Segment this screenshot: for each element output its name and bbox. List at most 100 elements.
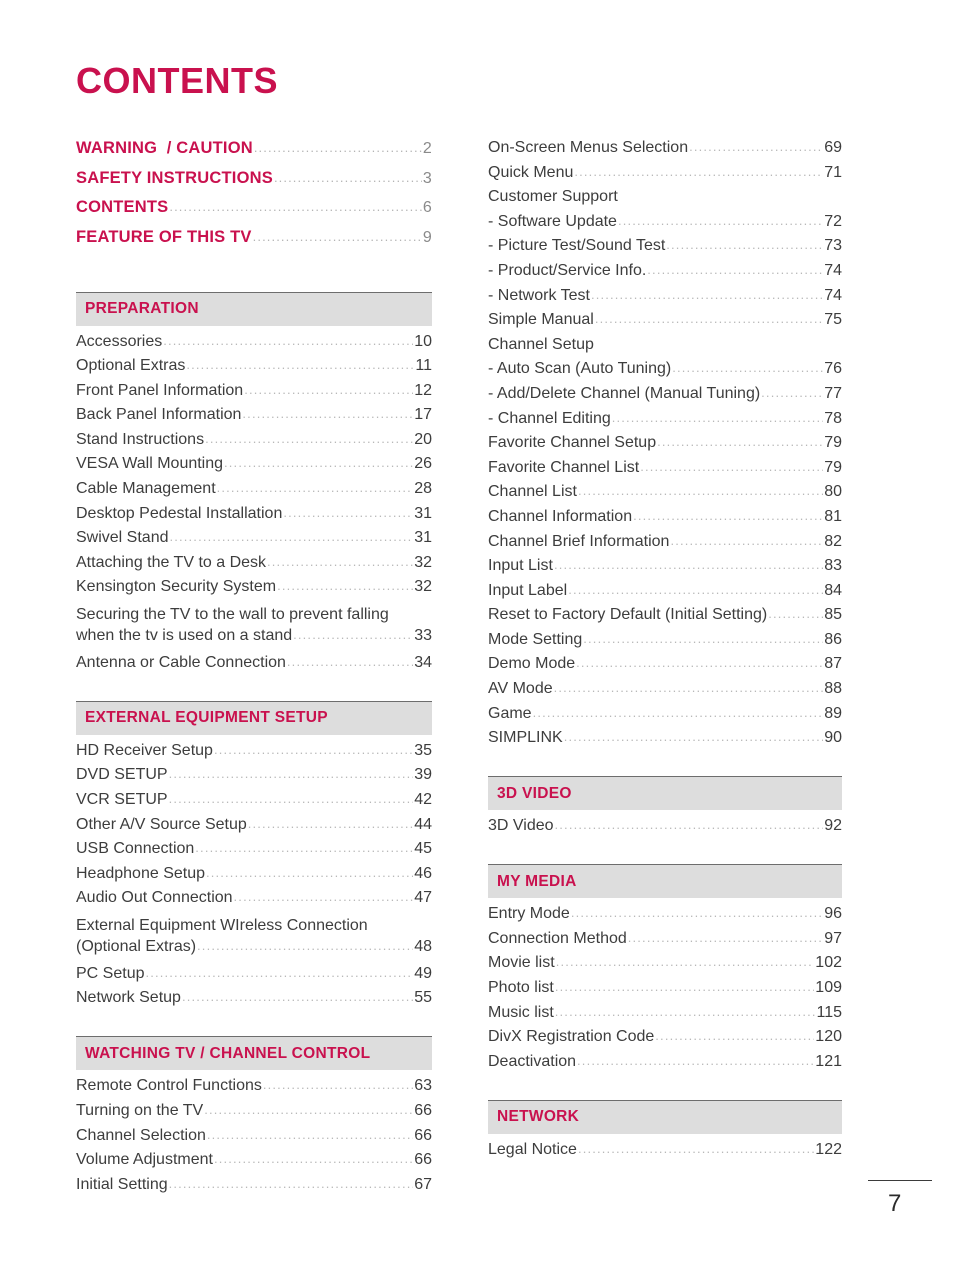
contents-page: CONTENTS WARNING / CAUTION..............… <box>0 0 954 1272</box>
toc-entry[interactable]: Swivel Stand............................… <box>76 530 432 546</box>
toc-entry[interactable]: USB Connection..........................… <box>76 841 432 857</box>
toc-entry[interactable]: Input Label.............................… <box>488 581 842 599</box>
toc-entry[interactable]: Simple Manual...........................… <box>488 312 842 328</box>
toc-entry[interactable]: Other A/V Source Setup..................… <box>76 816 432 833</box>
toc-entry[interactable]: Cable Management........................… <box>76 481 432 497</box>
entry-label: Channel Brief Information <box>488 532 670 550</box>
entry-label: Antenna or Cable Connection <box>76 653 286 671</box>
footer-page-number: 7 <box>888 1190 902 1217</box>
toc-entry[interactable]: - Software Update.......................… <box>488 213 842 230</box>
toc-entry[interactable]: Legal Notice............................… <box>488 1141 842 1158</box>
toc-entry[interactable]: - Auto Scan (Auto Tuning)...............… <box>488 361 842 377</box>
toc-entry[interactable]: Quick Menu..............................… <box>488 164 842 181</box>
toc-entry[interactable]: Attaching the TV to a Desk..............… <box>76 554 432 571</box>
toc-entry[interactable]: Mode Setting............................… <box>488 631 842 648</box>
toc-entry[interactable]: On-Screen Menus Selection...............… <box>488 140 842 156</box>
entry-page-number: 80 <box>824 483 842 501</box>
toc-entry[interactable]: Antenna or Cable Connection.............… <box>76 653 432 671</box>
entry-label: WARNING / CAUTION <box>76 139 253 157</box>
entry-page-number: 109 <box>815 979 842 997</box>
entry-page-number: 90 <box>824 729 842 747</box>
toc-entry[interactable]: - Add/Delete Channel (Manual Tuning)....… <box>488 385 842 402</box>
toc-entry[interactable]: Front Panel Information.................… <box>76 381 432 399</box>
page-title: CONTENTS <box>76 60 278 101</box>
toc-entry[interactable]: Channel List............................… <box>488 484 842 500</box>
toc-entry[interactable]: Music list..............................… <box>488 1004 842 1021</box>
toc-entry[interactable]: Deactivation............................… <box>488 1053 842 1070</box>
entry-label: Front Panel Information <box>76 381 244 399</box>
entry-label: CONTENTS <box>76 198 169 216</box>
toc-entry[interactable]: VCR SETUP...............................… <box>76 792 432 808</box>
toc-entry[interactable]: Stand Instructions......................… <box>76 431 432 448</box>
toc-entry[interactable]: DivX Registration Code..................… <box>488 1029 842 1045</box>
toc-entry[interactable]: Reset to Factory Default (Initial Settin… <box>488 607 842 623</box>
front-matter-entry[interactable]: FEATURE OF THIS TV......................… <box>76 228 432 246</box>
leader-dots: ........................................… <box>181 990 413 1004</box>
entry-label: DVD SETUP <box>76 766 168 784</box>
toc-entry[interactable]: PC Setup................................… <box>76 964 432 982</box>
entry-page-number: 49 <box>414 964 432 982</box>
entry-page-number: 84 <box>824 581 842 599</box>
toc-entry[interactable]: Channel Selection.......................… <box>76 1127 432 1144</box>
toc-entry[interactable]: Turning on the TV.......................… <box>76 1103 432 1119</box>
toc-entry[interactable]: AV Mode.................................… <box>488 681 842 697</box>
toc-entry[interactable]: Photo list..............................… <box>488 980 842 996</box>
toc-entry[interactable]: Headphone Setup.........................… <box>76 865 432 882</box>
toc-entry[interactable]: Entry Mode..............................… <box>488 906 842 922</box>
leader-dots: ........................................… <box>168 1176 414 1190</box>
toc-entry[interactable]: Favorite Channel Setup..................… <box>488 435 842 451</box>
front-matter-entry[interactable]: CONTENTS................................… <box>76 199 432 216</box>
section-entry-list: Entry Mode..............................… <box>488 906 842 1070</box>
toc-entry[interactable]: Kensington Security System..............… <box>76 579 432 595</box>
toc-entry[interactable]: Input List..............................… <box>488 558 842 574</box>
toc-entry[interactable]: Desktop Pedestal Installation...........… <box>76 505 432 522</box>
entry-label: Kensington Security System <box>76 578 277 596</box>
toc-entry[interactable]: Connection Method.......................… <box>488 929 842 947</box>
entry-label: Movie list <box>488 954 555 972</box>
toc-entry[interactable]: Network Setup...........................… <box>76 990 432 1006</box>
entry-label: Channel Setup <box>488 335 594 353</box>
toc-entry[interactable]: - Picture Test/Sound Test...............… <box>488 238 842 254</box>
front-matter-entry[interactable]: SAFETY INSTRUCTIONS.....................… <box>76 169 432 187</box>
entry-page-number: 74 <box>824 286 842 304</box>
leader-dots: ........................................… <box>532 705 824 719</box>
toc-entry[interactable]: SIMPLINK................................… <box>488 730 842 746</box>
toc-entry[interactable]: Movie list..............................… <box>488 955 842 971</box>
toc-entry[interactable]: Audio Out Connection....................… <box>76 890 432 906</box>
entry-page-number: 9 <box>422 228 432 246</box>
toc-entry[interactable]: Demo Mode...............................… <box>488 656 842 672</box>
toc-section: 3D VIDEO 3D Video........................… <box>488 776 842 834</box>
entry-page-number: 78 <box>824 409 842 427</box>
toc-entry[interactable]: Optional Extras.........................… <box>76 358 432 374</box>
toc-entry[interactable]: DVD SETUP...............................… <box>76 767 432 783</box>
toc-entry[interactable]: Volume Adjustment.......................… <box>76 1152 432 1168</box>
toc-entry[interactable]: VESA Wall Mounting......................… <box>76 456 432 472</box>
toc-entry[interactable]: Game....................................… <box>488 705 842 722</box>
toc-entry[interactable]: Favorite Channel List...................… <box>488 459 842 476</box>
toc-entry[interactable]: HD Receiver Setup.......................… <box>76 742 432 759</box>
left-sections: PREPARATION Accessories..................… <box>76 291 432 1193</box>
entry-page-number: 97 <box>824 929 842 947</box>
leader-dots: ........................................… <box>224 456 413 470</box>
toc-entry[interactable]: 3D Video................................… <box>488 818 842 834</box>
leader-dots: ........................................… <box>273 170 422 184</box>
toc-entry[interactable]: Channel Brief Information...............… <box>488 532 842 550</box>
section-title: PREPARATION <box>85 300 199 317</box>
toc-entry[interactable]: Channel Information.....................… <box>488 508 842 525</box>
toc-entry[interactable]: - Channel Editing.......................… <box>488 409 842 427</box>
front-matter-entry[interactable]: WARNING / CAUTION.......................… <box>76 140 432 157</box>
section-title: WATCHING TV / CHANNEL CONTROL <box>85 1044 371 1062</box>
toc-entry[interactable]: External Equipment WIreless Connection (O… <box>76 915 432 957</box>
toc-entry[interactable]: - Network Test..........................… <box>488 286 842 304</box>
toc-entry[interactable]: Back Panel Information..................… <box>76 407 432 423</box>
leader-dots: ........................................… <box>647 262 824 276</box>
entry-page-number: 3 <box>422 169 432 187</box>
toc-entry[interactable]: Initial Setting.........................… <box>76 1176 432 1193</box>
entry-label: Swivel Stand <box>76 529 169 547</box>
toc-entry[interactable]: Remote Control Functions................… <box>76 1078 432 1094</box>
toc-entry[interactable]: - Product/Service Info..................… <box>488 262 842 279</box>
entry-label: Securing the TV to the wall to prevent f… <box>76 606 389 624</box>
toc-entry[interactable]: Securing the TV to the wall to prevent f… <box>76 604 432 646</box>
toc-entry[interactable]: Accessories.............................… <box>76 333 432 350</box>
leader-dots: ........................................… <box>553 681 824 695</box>
